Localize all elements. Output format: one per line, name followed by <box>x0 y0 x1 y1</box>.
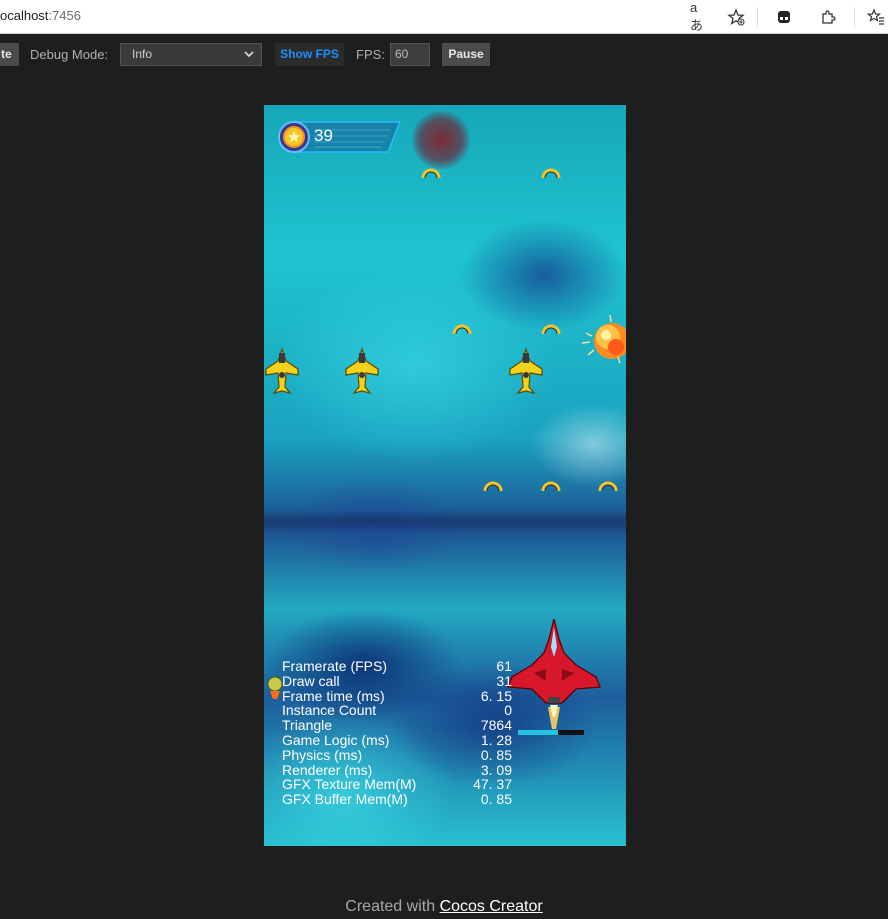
coin-icon <box>421 168 441 179</box>
pause-button[interactable]: Pause <box>442 43 490 66</box>
fps-label: FPS: <box>356 47 385 62</box>
rotate-button[interactable]: te <box>0 43 19 66</box>
toolbar-divider <box>757 7 758 27</box>
stat-row: Renderer (ms) 3. 09 <box>282 761 512 778</box>
enemy-plane-icon <box>345 347 379 395</box>
player-health-fill <box>518 730 558 735</box>
enemy-plane-icon <box>509 347 543 395</box>
debug-stats-panel: Framerate (FPS) 61 Draw call 31 Frame time (… <box>282 659 512 807</box>
stat-row: Draw call 31 <box>282 672 512 689</box>
stat-label: Triangle <box>282 717 333 734</box>
stat-value: 6. 15 <box>480 687 512 704</box>
stat-row: Instance Count 0 <box>282 703 512 718</box>
coin-icon <box>541 168 561 179</box>
stat-label: Draw call <box>282 672 340 689</box>
stat-row: Physics (ms) 0. 85 <box>282 746 512 763</box>
preview-toolbar: te Debug Mode: Info Show FPS FPS: 60 Pau… <box>0 35 888 73</box>
stat-row: GFX Buffer Mem(M) 0. 85 <box>282 792 512 807</box>
stat-value: 0 <box>504 702 512 719</box>
stat-label: Instance Count <box>282 702 377 719</box>
stat-row: Triangle 7864 <box>282 718 512 733</box>
show-fps-button[interactable]: Show FPS <box>275 43 344 66</box>
url-host: ocalhost <box>0 8 49 23</box>
favorite-icon[interactable] <box>726 7 746 27</box>
stat-label: Renderer (ms) <box>282 761 373 778</box>
enemy-plane-icon <box>265 347 299 395</box>
stat-value: 7864 <box>480 717 512 734</box>
stat-value: 47. 37 <box>473 776 512 793</box>
stat-row: Frame time (ms) 6. 15 <box>282 687 512 704</box>
stat-label: Physics (ms) <box>282 746 363 763</box>
stat-row: GFX Texture Mem(M) 47. 37 <box>282 777 512 792</box>
url-port: :7456 <box>48 8 81 23</box>
explosion-icon <box>581 314 626 364</box>
debug-mode-select[interactable]: Info <box>120 43 262 66</box>
debug-mode-label: Debug Mode: <box>30 47 109 62</box>
debug-mode-value: Info <box>132 47 153 61</box>
coin-icon <box>598 481 618 492</box>
game-canvas[interactable]: 39 Framerate (FPS) 61 Draw call 31 Frame… <box>264 105 626 846</box>
score-value: 39 <box>314 126 333 145</box>
toolbar-divider <box>854 7 855 27</box>
score-panel <box>278 121 402 153</box>
footer-text: Created with <box>345 898 436 915</box>
chevron-down-icon <box>243 44 255 73</box>
footer: Created with Cocos Creator <box>0 898 888 916</box>
stat-row: Game Logic (ms) 1. 28 <box>282 733 512 748</box>
favorites-icon[interactable] <box>866 7 886 27</box>
tab-icon[interactable] <box>774 7 794 27</box>
stat-value: 0. 85 <box>480 746 512 763</box>
stat-value: 1. 28 <box>480 731 512 748</box>
coin-icon <box>483 481 503 492</box>
stat-label: Game Logic (ms) <box>282 731 390 748</box>
stat-value: 0. 85 <box>480 791 512 808</box>
stat-value: 61 <box>496 658 512 674</box>
stat-label: Frame time (ms) <box>282 687 385 704</box>
background-seam <box>264 509 626 533</box>
puzzle-icon[interactable] <box>818 7 838 27</box>
stat-row: Framerate (FPS) 61 <box>282 659 512 674</box>
player-health-bar <box>518 730 584 735</box>
browser-address-bar: ocalhost:7456 aあ <box>0 0 888 34</box>
stat-label: Framerate (FPS) <box>282 658 388 674</box>
stat-value: 31 <box>496 672 512 689</box>
coin-icon <box>452 324 472 335</box>
coin-icon <box>541 324 561 335</box>
address-input[interactable]: ocalhost:7456 <box>0 8 81 23</box>
player-plane-icon <box>507 618 601 729</box>
read-aloud-icon[interactable]: aあ <box>690 0 710 33</box>
coin-icon <box>541 481 561 492</box>
smoke-cloud <box>412 111 470 169</box>
stat-label: GFX Texture Mem(M) <box>282 776 417 793</box>
stat-value: 3. 09 <box>480 761 512 778</box>
fps-input[interactable]: 60 <box>390 43 430 66</box>
cocos-creator-link[interactable]: Cocos Creator <box>440 898 543 915</box>
stat-label: GFX Buffer Mem(M) <box>282 791 408 808</box>
